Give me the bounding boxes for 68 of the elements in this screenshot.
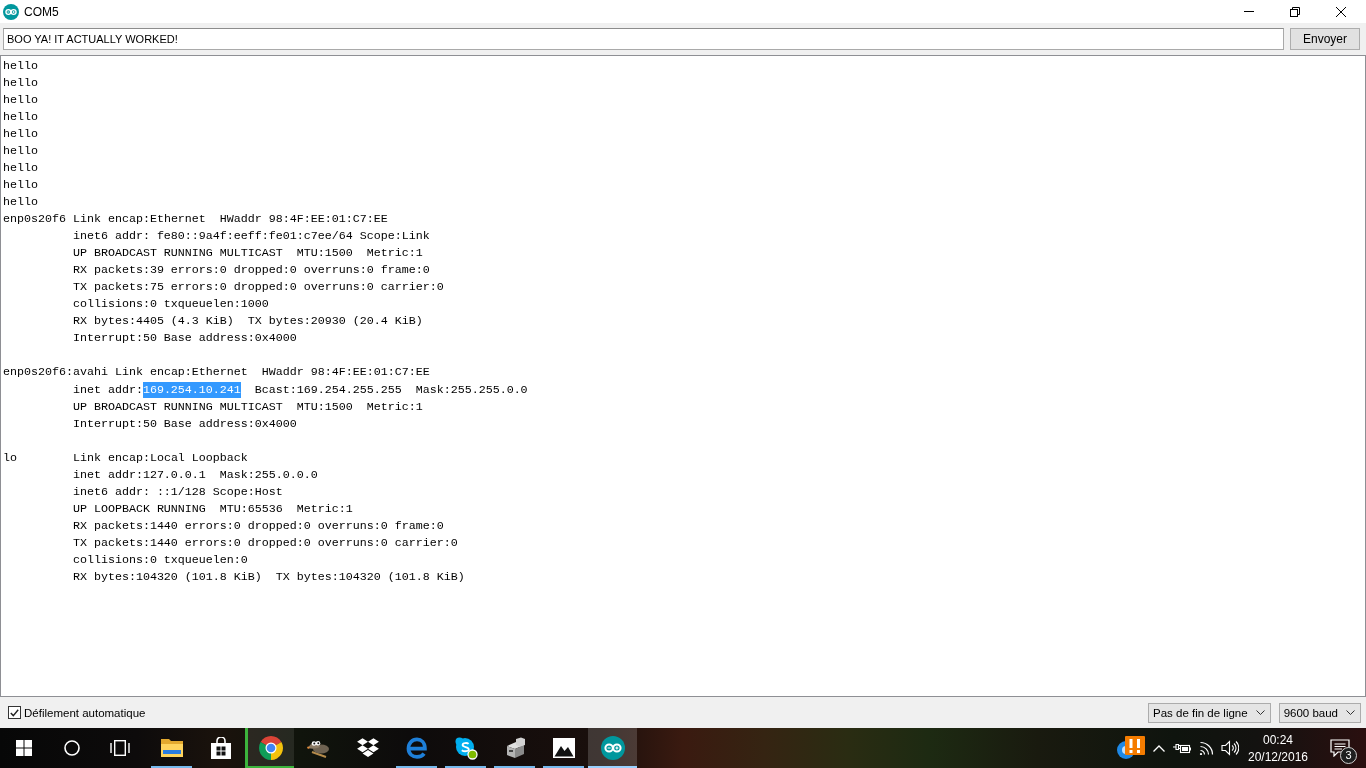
console-line: TX packets:75 errors:0 dropped:0 overruns:0 carrier:0 [72,279,444,296]
console-line: enp0s20f6:avahi Link encap:Ethernet HWaddr 98:4F:EE:01:C7:EE [3,364,430,381]
console-line: RX bytes:104320 (101.8 KiB) TX bytes:104320 (101.8 KiB) [72,568,465,586]
console-line: hello [3,58,38,75]
chevron-up-icon[interactable] [1153,744,1165,752]
clock-time[interactable]: 00:24 [1263,732,1293,747]
console-line: enp0s20f6 Link encap:Ethernet HWaddr 98:4F:EE:01:C7:EE [3,211,388,228]
console-line: hello [3,109,38,126]
console-line: UP BROADCAST RUNNING MULTICAST MTU:1500 Metric:1 [72,398,423,416]
four-squares-icon [16,740,32,756]
console-line: lo Link encap:Local Loopback [3,449,248,467]
taskbar-app-button[interactable] [588,728,637,768]
clock-date[interactable]: 20/12/2016 [1247,749,1309,764]
message-input[interactable]: BOO YA! IT ACTUALLY WORKED! [3,28,1284,50]
console-line: hello [3,126,38,143]
console-text: inet addr: [72,381,143,398]
console-line: hello [3,194,38,211]
autoscroll-label: Défilement automatique [24,706,146,719]
speaker-icon[interactable] [1221,740,1239,756]
chat-badge-icon [453,736,478,760]
mascot-icon [305,738,332,758]
console-line: hello [3,160,38,177]
message-icon[interactable] [1330,739,1350,757]
chevron-down-icon [1346,710,1355,715]
autoscroll-checkbox[interactable] [8,706,21,719]
ring-icon [64,740,80,756]
console-line: TX packets:1440 errors:0 dropped:0 overruns:0 carrier:0 [72,534,458,552]
console-text: Bcast:169.254.255.255 Mask:255.255.0.0 [253,381,528,398]
console-line: hello [3,143,38,160]
console-line: RX packets:1440 errors:0 dropped:0 overruns:0 frame:0 [72,517,444,535]
console-line: inet addr:127.0.0.1 Mask:255.0.0.0 [72,466,318,484]
console-line: RX packets:39 errors:0 dropped:0 overruns:0 frame:0 [72,262,430,279]
baud-rate-select[interactable]: 9600 baud [1278,702,1361,723]
notification-count: 3 [1340,747,1357,764]
image-icon [551,737,576,759]
console-line: collisions:0 txqueuelen:1000 [72,296,269,313]
console-line: inet6 addr: ::1/128 Scope:Host [72,483,283,501]
wifi-icon[interactable] [1198,741,1214,755]
highlighted-text: 169.254.10.241 [142,381,241,398]
tricolor-circle-icon [259,736,283,760]
window-title: COM5 [24,4,59,19]
console-line: Interrupt:50 Base address:0x4000 [72,330,297,347]
chevron-down-icon [1255,710,1265,715]
console-line: hello [3,92,38,109]
restore-icon [1290,6,1300,17]
shopping-bag-icon [209,737,232,759]
console-line: hello [3,177,38,194]
diamonds-icon [355,738,380,758]
line-ending-select[interactable]: Pas de fin de ligne [1148,702,1271,723]
folder-icon [159,738,184,758]
alert-badge-icon[interactable] [1116,736,1146,760]
infinity-icon [600,736,625,760]
console-line: UP BROADCAST RUNNING MULTICAST MTU:1500 Metric:1 [72,245,423,262]
battery-plug-icon[interactable] [1173,742,1191,754]
infinity-icon [3,3,19,20]
console-line: collisions:0 txqueuelen:0 [72,551,248,569]
minimize-icon [1244,11,1254,12]
console-line: hello [3,75,38,92]
close-icon [1336,6,1346,17]
taskbar-app-button[interactable] [245,728,294,768]
console-line: inet6 addr: fe80::9a4f:eeff:fe01:c7ee/64 Scope:Link [72,228,430,245]
console-line: RX bytes:4405 (4.3 KiB) TX bytes:20930 (20.4 KiB) [72,313,423,330]
swirl-icon [405,737,428,759]
checkmark-icon [10,708,19,717]
console-line: Interrupt:50 Base address:0x4000 [72,415,297,433]
send-button[interactable]: Envoyer [1290,28,1360,50]
console-line: UP LOOPBACK RUNNING MTU:65536 Metric:1 [72,500,353,518]
frame-icon [110,740,130,756]
